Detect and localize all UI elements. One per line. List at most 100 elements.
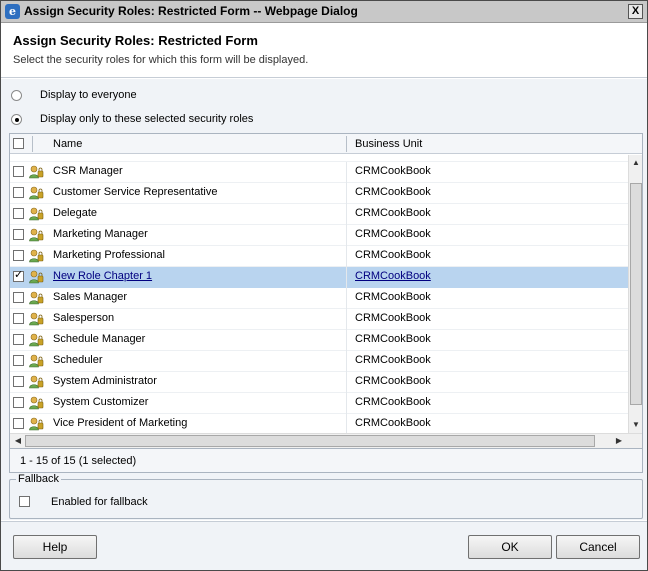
- table-row[interactable]: Customer Service Representative CRMCookBo…: [10, 183, 628, 204]
- security-roles-grid: Name Business Unit CSR Manager CRMCookBoo…: [9, 133, 643, 449]
- column-header-name[interactable]: Name: [53, 138, 82, 150]
- select-all-checkbox[interactable]: [13, 138, 24, 149]
- column-separator: [346, 225, 347, 246]
- row-checkbox[interactable]: [13, 313, 24, 324]
- table-row[interactable]: Sales Manager CRMCookBook: [10, 288, 628, 309]
- security-role-icon: [28, 248, 44, 264]
- table-row[interactable]: System Customizer CRMCookBook: [10, 393, 628, 414]
- row-checkbox[interactable]: [13, 208, 24, 219]
- row-checkbox[interactable]: [13, 355, 24, 366]
- fallback-legend: Fallback: [16, 473, 61, 485]
- cancel-button[interactable]: Cancel: [556, 535, 640, 559]
- dialog-footer: Help OK Cancel: [1, 521, 647, 570]
- column-separator: [346, 351, 347, 372]
- row-checkbox[interactable]: [13, 334, 24, 345]
- security-role-icon: [28, 290, 44, 306]
- business-unit: CRMCookBook: [355, 291, 431, 303]
- horizontal-scrollbar[interactable]: ◀ ▶: [10, 433, 642, 448]
- role-name: Salesperson: [53, 312, 115, 324]
- radio-button[interactable]: [11, 114, 22, 125]
- dialog-window: e Assign Security Roles: Restricted Form…: [0, 0, 648, 571]
- table-row[interactable]: New Role Chapter 1 CRMCookBook: [10, 267, 628, 288]
- record-count: 1 - 15 of 15 (1 selected): [20, 455, 137, 467]
- row-checkbox[interactable]: [13, 229, 24, 240]
- security-role-icon: [28, 416, 44, 432]
- security-role-icon: [28, 227, 44, 243]
- column-separator: [346, 288, 347, 309]
- grid-rows: CSR Manager CRMCookBook Customer Service R…: [10, 155, 628, 433]
- table-row[interactable]: System Administrator CRMCookBook: [10, 372, 628, 393]
- role-name: System Administrator: [53, 375, 157, 387]
- column-header-business-unit[interactable]: Business Unit: [355, 138, 422, 150]
- scroll-up-icon[interactable]: ▲: [629, 156, 642, 170]
- page-subtitle: Select the security roles for which this…: [13, 54, 309, 66]
- row-checkbox[interactable]: [13, 269, 24, 282]
- row-checkbox[interactable]: [13, 250, 24, 261]
- scrollbar-thumb[interactable]: [25, 435, 595, 447]
- business-unit[interactable]: CRMCookBook: [355, 270, 431, 282]
- column-separator: [32, 136, 33, 152]
- fallback-label: Enabled for fallback: [51, 496, 148, 508]
- column-separator: [346, 162, 347, 183]
- security-role-icon: [28, 332, 44, 348]
- security-role-icon: [28, 269, 44, 285]
- role-name: Delegate: [53, 207, 98, 219]
- business-unit: CRMCookBook: [355, 375, 431, 387]
- scroll-left-icon[interactable]: ◀: [11, 434, 25, 448]
- table-row[interactable]: CSR Manager CRMCookBook: [10, 162, 628, 183]
- table-row[interactable]: Salesperson CRMCookBook: [10, 309, 628, 330]
- column-separator: [346, 393, 347, 414]
- vertical-scrollbar[interactable]: ▲ ▼: [628, 155, 642, 433]
- role-name: System Customizer: [53, 396, 149, 408]
- row-checkbox[interactable]: [13, 187, 24, 198]
- security-role-icon: [28, 311, 44, 327]
- role-name: Customer Service Representative: [53, 186, 218, 198]
- column-separator: [346, 183, 347, 204]
- security-role-icon: [28, 206, 44, 222]
- role-name: Schedule Manager: [53, 333, 146, 345]
- scrollbar-thumb[interactable]: [630, 183, 642, 405]
- role-name: CSR Manager: [53, 165, 123, 177]
- title-bar[interactable]: e Assign Security Roles: Restricted Form…: [1, 1, 647, 23]
- table-row[interactable]: Marketing Manager CRMCookBook: [10, 225, 628, 246]
- row-checkbox[interactable]: [13, 418, 24, 429]
- role-name: Marketing Professional: [53, 249, 165, 261]
- role-name: Vice President of Marketing: [53, 417, 188, 429]
- column-separator: [346, 246, 347, 267]
- scroll-down-icon[interactable]: ▼: [629, 418, 642, 432]
- business-unit: CRMCookBook: [355, 249, 431, 261]
- ie-icon: e: [5, 4, 20, 19]
- help-button[interactable]: Help: [13, 535, 97, 559]
- fallback-checkbox[interactable]: [19, 496, 30, 507]
- role-name[interactable]: New Role Chapter 1: [53, 270, 152, 282]
- table-row[interactable]: Schedule Manager CRMCookBook: [10, 330, 628, 351]
- row-checkbox[interactable]: [13, 397, 24, 408]
- business-unit: CRMCookBook: [355, 312, 431, 324]
- table-row[interactable]: Marketing Professional CRMCookBook: [10, 246, 628, 267]
- window-title: Assign Security Roles: Restricted Form -…: [24, 4, 358, 18]
- column-separator: [346, 372, 347, 393]
- table-row[interactable]: Scheduler CRMCookBook: [10, 351, 628, 372]
- close-icon[interactable]: X: [628, 4, 643, 19]
- business-unit: CRMCookBook: [355, 207, 431, 219]
- business-unit: CRMCookBook: [355, 228, 431, 240]
- column-separator: [346, 309, 347, 330]
- row-checkbox[interactable]: [13, 376, 24, 387]
- column-separator: [346, 267, 347, 288]
- row-checkbox[interactable]: [13, 292, 24, 303]
- business-unit: CRMCookBook: [355, 333, 431, 345]
- row-checkbox[interactable]: [13, 166, 24, 177]
- radio-label: Display only to these selected security …: [40, 113, 254, 125]
- page-title: Assign Security Roles: Restricted Form: [13, 33, 258, 48]
- business-unit: CRMCookBook: [355, 354, 431, 366]
- ok-button[interactable]: OK: [468, 535, 552, 559]
- table-row[interactable]: Delegate CRMCookBook: [10, 204, 628, 225]
- radio-button[interactable]: [11, 90, 22, 101]
- scroll-right-icon[interactable]: ▶: [612, 434, 626, 448]
- table-row[interactable]: [10, 155, 628, 162]
- business-unit: CRMCookBook: [355, 165, 431, 177]
- security-role-icon: [28, 395, 44, 411]
- table-row[interactable]: Vice President of Marketing CRMCookBook: [10, 414, 628, 433]
- column-separator: [346, 414, 347, 433]
- business-unit: CRMCookBook: [355, 396, 431, 408]
